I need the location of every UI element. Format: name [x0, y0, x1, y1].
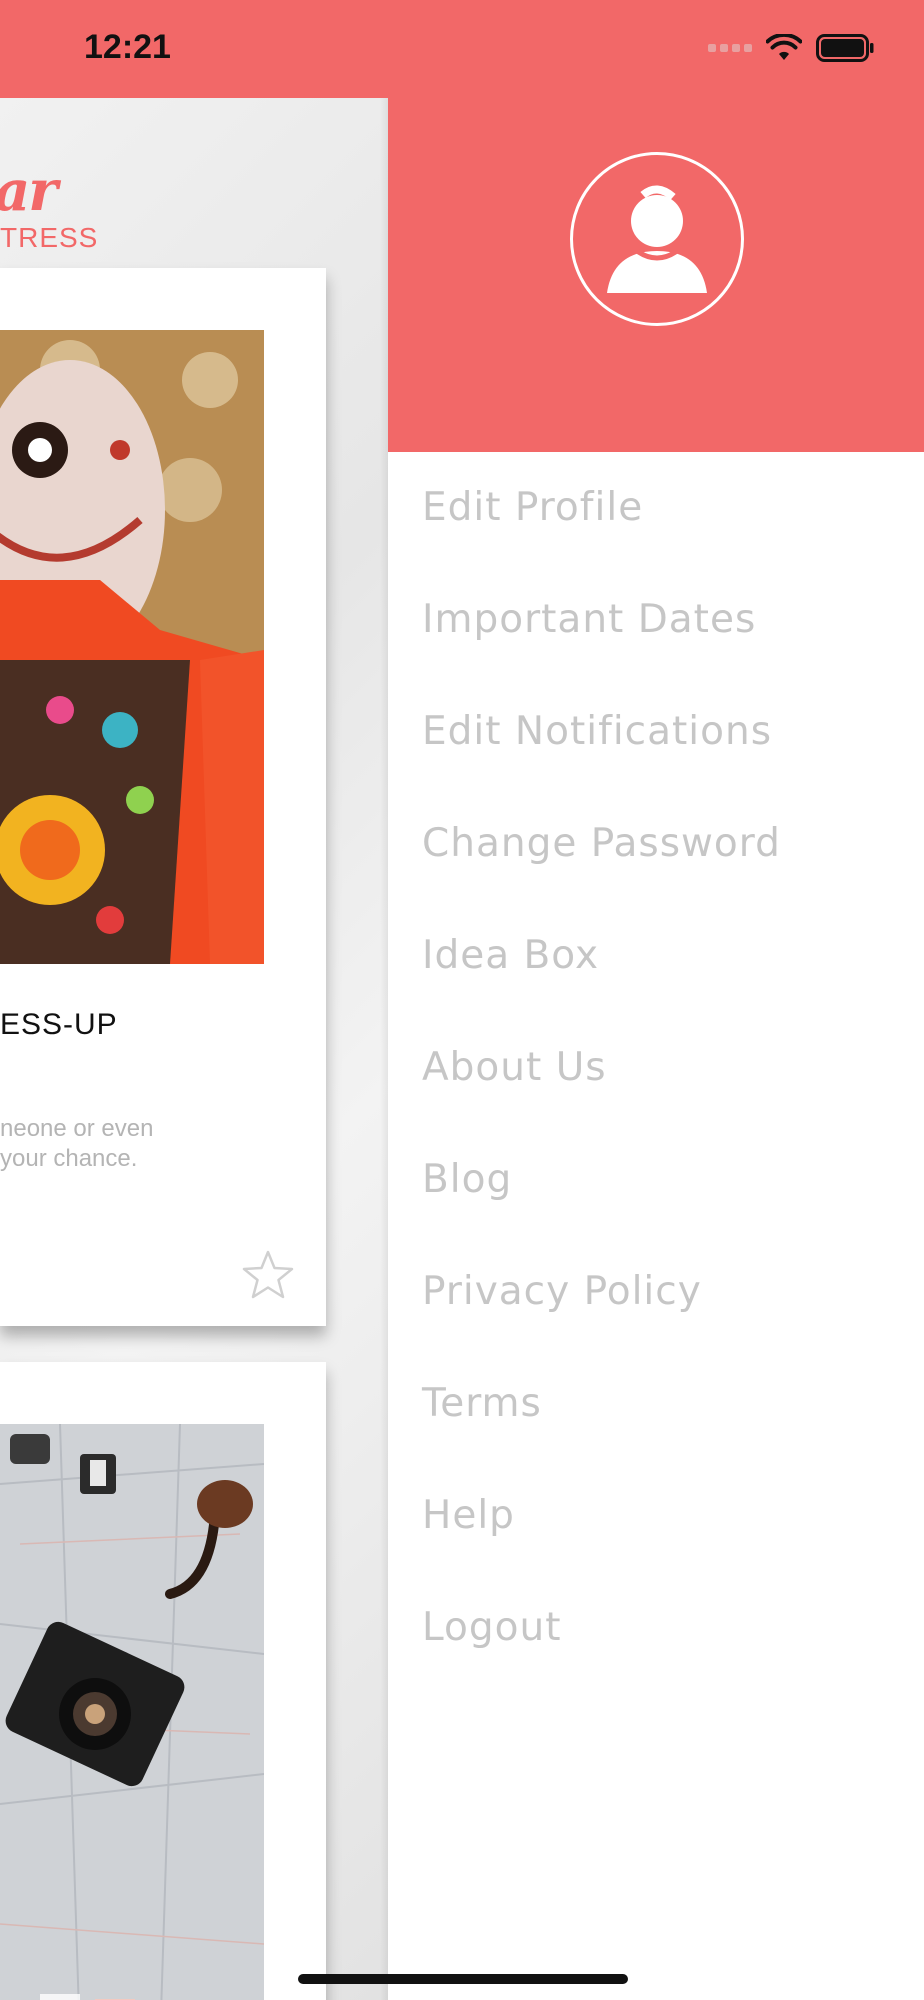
status-time: 12:21 — [84, 28, 171, 66]
card-photo-costume — [0, 330, 264, 964]
menu-item-important-dates[interactable]: Important Dates — [422, 564, 781, 676]
brand-logo-script: ar — [0, 158, 58, 224]
wifi-icon — [766, 34, 802, 60]
card-photo-flatlay — [0, 1424, 264, 2000]
menu-item-idea-box[interactable]: Idea Box — [422, 900, 781, 1012]
menu-item-logout[interactable]: Logout — [422, 1572, 781, 1684]
status-icons — [708, 34, 874, 62]
brand-logo-subtitle: TRESS — [0, 222, 99, 253]
side-drawer: Edit Profile Important Dates Edit Notifi… — [388, 98, 924, 2000]
background-app: ar TRESS ESS-UP neone or even your chanc… — [0, 98, 388, 2000]
menu-item-terms[interactable]: Terms — [422, 1348, 781, 1460]
home-indicator[interactable] — [298, 1974, 628, 1984]
user-avatar-icon[interactable] — [570, 152, 744, 326]
menu-item-help[interactable]: Help — [422, 1460, 781, 1572]
card-title: ESS-UP — [0, 1008, 118, 1041]
menu-item-about-us[interactable]: About Us — [422, 1012, 781, 1124]
menu-item-privacy-policy[interactable]: Privacy Policy — [422, 1236, 781, 1348]
menu-item-change-password[interactable]: Change Password — [422, 788, 781, 900]
feed-card[interactable]: ESS-UP neone or even your chance. — [0, 268, 326, 1326]
status-bar: 12:21 — [0, 0, 924, 98]
menu-item-edit-profile[interactable]: Edit Profile — [422, 452, 781, 564]
card-description: neone or even your chance. — [0, 1115, 154, 1172]
star-outline-icon[interactable] — [240, 1248, 296, 1304]
menu-item-blog[interactable]: Blog — [422, 1124, 781, 1236]
signal-dots-icon — [708, 44, 752, 52]
drawer-header — [388, 98, 924, 452]
battery-icon — [816, 34, 874, 62]
menu-item-edit-notifications[interactable]: Edit Notifications — [422, 676, 781, 788]
feed-card[interactable] — [0, 1362, 326, 2000]
drawer-menu: Edit Profile Important Dates Edit Notifi… — [422, 452, 781, 1684]
